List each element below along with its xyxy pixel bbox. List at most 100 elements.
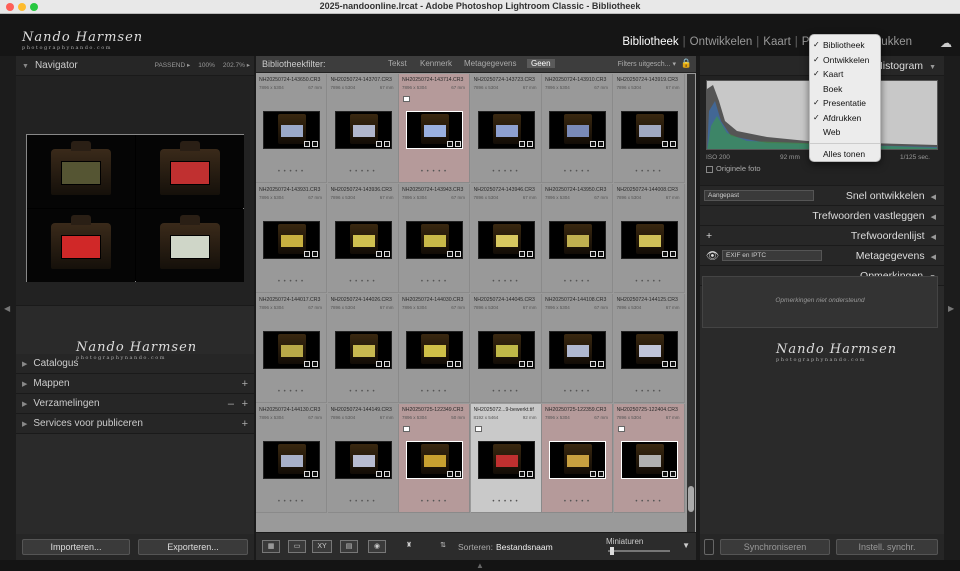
develop-badge-icon[interactable] bbox=[598, 471, 604, 477]
grid-cell[interactable]: NH20250724-144030.CR3 7896 x 5304 67 mm • •… bbox=[399, 294, 470, 403]
cell-thumbnail[interactable] bbox=[620, 221, 678, 259]
develop-badge-icon[interactable] bbox=[526, 471, 533, 477]
cell-thumbnail[interactable] bbox=[477, 111, 535, 149]
cell-rating-dots[interactable]: • • • • • bbox=[542, 499, 612, 505]
grid-cell[interactable]: NH20250724-144045.CR3 7896 x 5304 67 mm • •… bbox=[470, 294, 542, 403]
cell-rating-dots[interactable]: • • • • • bbox=[471, 279, 541, 285]
cell-thumbnail[interactable] bbox=[477, 331, 535, 369]
menu-item-module[interactable]: ✓ Presentatie bbox=[810, 96, 880, 111]
left-section-header[interactable]: ▶ Mappen + bbox=[16, 374, 254, 394]
import-button[interactable]: Importeren... bbox=[22, 539, 130, 555]
cell-thumbnail[interactable] bbox=[549, 111, 606, 149]
eye-icon[interactable]: 👁 bbox=[706, 246, 719, 266]
cell-rating-dots[interactable]: • • • • • bbox=[471, 499, 541, 505]
metadata-badge-icon[interactable] bbox=[375, 471, 382, 477]
cell-rating-dots[interactable]: • • • • • bbox=[399, 499, 469, 505]
sort-dropdown[interactable]: Bestandsnaam bbox=[496, 542, 553, 552]
develop-badge-icon[interactable] bbox=[598, 361, 604, 367]
metadata-badge-icon[interactable] bbox=[447, 361, 453, 367]
develop-badge-icon[interactable] bbox=[383, 471, 390, 477]
cell-rating-dots[interactable]: • • • • • bbox=[471, 169, 541, 175]
sync-settings-button[interactable]: Instell. synchr. bbox=[836, 539, 938, 555]
grid-cell[interactable]: NH20250724-143650.CR3 7896 x 5304 67 mm • •… bbox=[256, 74, 327, 183]
survey-view-icon[interactable]: ▤ bbox=[340, 540, 358, 553]
grid-cell[interactable]: NH20250724-144125.CR3 7896 x 5304 67 mm • •… bbox=[613, 294, 685, 403]
metadata-badge-icon[interactable] bbox=[304, 141, 310, 147]
quick-develop-header[interactable]: Aangepast Snel ontwikkelen ◀ bbox=[700, 186, 944, 206]
cell-rating-dots[interactable]: • • • • • bbox=[256, 169, 326, 175]
grid-cell[interactable]: NH20250724-143707.CR3 7896 x 5304 67 mm • •… bbox=[327, 74, 399, 183]
left-section-header[interactable]: ▶ Services voor publiceren + bbox=[16, 414, 254, 434]
metadata-badge-icon[interactable] bbox=[304, 361, 310, 367]
grid-cell[interactable]: NH20250724-143931.CR3 7896 x 5304 67 mm • •… bbox=[256, 184, 327, 293]
develop-badge-icon[interactable] bbox=[526, 141, 533, 147]
module-map[interactable]: Kaart bbox=[759, 36, 795, 48]
metadata-badge-icon[interactable] bbox=[447, 251, 453, 257]
cell-thumbnail[interactable] bbox=[406, 111, 463, 149]
navigator-header[interactable]: ▼ Navigator PASSEND ▸ 100% 202.7% ▸ bbox=[16, 56, 254, 76]
filter-tab-attribute[interactable]: Kenmerk bbox=[420, 59, 452, 68]
cell-rating-dots[interactable]: • • • • • bbox=[328, 279, 398, 285]
filter-presets-dropdown[interactable]: Filters uitgesch... ▾ bbox=[618, 60, 676, 68]
cell-thumbnail[interactable] bbox=[406, 221, 463, 259]
cell-thumbnail[interactable] bbox=[549, 331, 606, 369]
cell-thumbnail[interactable] bbox=[549, 441, 606, 479]
grid-cell[interactable]: NH20250724-143723.CR3 7896 x 5304 67 mm • •… bbox=[470, 74, 542, 183]
metadata-preset-select[interactable]: EXIF en IPTC bbox=[722, 250, 822, 261]
cell-thumbnail[interactable] bbox=[334, 331, 392, 369]
metadata-badge-icon[interactable] bbox=[590, 141, 596, 147]
auto-sync-switch[interactable] bbox=[704, 539, 714, 555]
develop-badge-icon[interactable] bbox=[312, 251, 318, 257]
grid-cell[interactable]: NH20250725-122349.CR3 7896 x 5304 50 mm • •… bbox=[399, 404, 470, 513]
develop-badge-icon[interactable] bbox=[383, 251, 390, 257]
metadata-badge-icon[interactable] bbox=[518, 141, 525, 147]
keyword-list-header[interactable]: + Trefwoordenlijst ◀ bbox=[700, 226, 944, 246]
grid-cell[interactable]: NH20250724-143936.CR3 7896 x 5304 67 mm • •… bbox=[327, 184, 399, 293]
metadata-badge-icon[interactable] bbox=[661, 471, 668, 477]
cell-thumbnail[interactable] bbox=[406, 441, 463, 479]
flag-icon[interactable] bbox=[403, 426, 410, 432]
collapse-all-icon[interactable]: – bbox=[228, 394, 234, 414]
grid-cell[interactable]: NH20250724-144026.CR3 7896 x 5304 67 mm • •… bbox=[327, 294, 399, 403]
cell-rating-dots[interactable]: • • • • • bbox=[542, 389, 612, 395]
right-panel-toggle[interactable]: ▶ bbox=[944, 56, 960, 560]
keywording-header[interactable]: Trefwoorden vastleggen ◀ bbox=[700, 206, 944, 226]
grid-cell[interactable]: NH20250725-122359.CR3 7896 x 5304 67 mm • •… bbox=[542, 404, 613, 513]
metadata-badge-icon[interactable] bbox=[447, 471, 453, 477]
grid-cell[interactable]: NH20250724-144130.CR3 7896 x 5304 67 mm • •… bbox=[256, 404, 327, 513]
cell-thumbnail[interactable] bbox=[263, 331, 320, 369]
develop-badge-icon[interactable] bbox=[598, 141, 604, 147]
cell-thumbnail[interactable] bbox=[334, 221, 392, 259]
cell-thumbnail[interactable] bbox=[406, 331, 463, 369]
cell-thumbnail[interactable] bbox=[263, 221, 320, 259]
metadata-badge-icon[interactable] bbox=[375, 251, 382, 257]
cell-rating-dots[interactable]: • • • • • bbox=[256, 389, 326, 395]
cell-thumbnail[interactable] bbox=[477, 221, 535, 259]
develop-badge-icon[interactable] bbox=[312, 361, 318, 367]
lock-icon[interactable]: 🔒 bbox=[681, 58, 692, 69]
filter-tab-metadata[interactable]: Metagegevens bbox=[464, 59, 516, 68]
zoom-custom[interactable]: 202.7% ▸ bbox=[223, 62, 250, 69]
cell-rating-dots[interactable]: • • • • • bbox=[399, 389, 469, 395]
metadata-badge-icon[interactable] bbox=[518, 251, 525, 257]
cell-thumbnail[interactable] bbox=[263, 111, 320, 149]
navigator-preview[interactable] bbox=[16, 76, 254, 306]
cell-thumbnail[interactable] bbox=[334, 441, 392, 479]
grid-cell[interactable]: NH20250724-143919.CR3 7896 x 5304 67 mm • •… bbox=[613, 74, 685, 183]
develop-badge-icon[interactable] bbox=[669, 471, 676, 477]
thumbnail-size-knob[interactable] bbox=[610, 547, 614, 555]
left-section-header[interactable]: ▶ Verzamelingen – + bbox=[16, 394, 254, 414]
cell-thumbnail[interactable] bbox=[620, 111, 678, 149]
metadata-header[interactable]: 👁 EXIF en IPTC Metagegevens ◀ bbox=[700, 246, 944, 266]
cell-rating-dots[interactable]: • • • • • bbox=[328, 389, 398, 395]
metadata-badge-icon[interactable] bbox=[304, 251, 310, 257]
quick-develop-preset-select[interactable]: Aangepast bbox=[704, 190, 814, 201]
metadata-badge-icon[interactable] bbox=[375, 141, 382, 147]
metadata-badge-icon[interactable] bbox=[518, 471, 525, 477]
develop-badge-icon[interactable] bbox=[669, 251, 676, 257]
develop-badge-icon[interactable] bbox=[455, 251, 461, 257]
develop-badge-icon[interactable] bbox=[526, 361, 533, 367]
develop-badge-icon[interactable] bbox=[312, 141, 318, 147]
cell-rating-dots[interactable]: • • • • • bbox=[614, 499, 684, 505]
cell-rating-dots[interactable]: • • • • • bbox=[399, 169, 469, 175]
